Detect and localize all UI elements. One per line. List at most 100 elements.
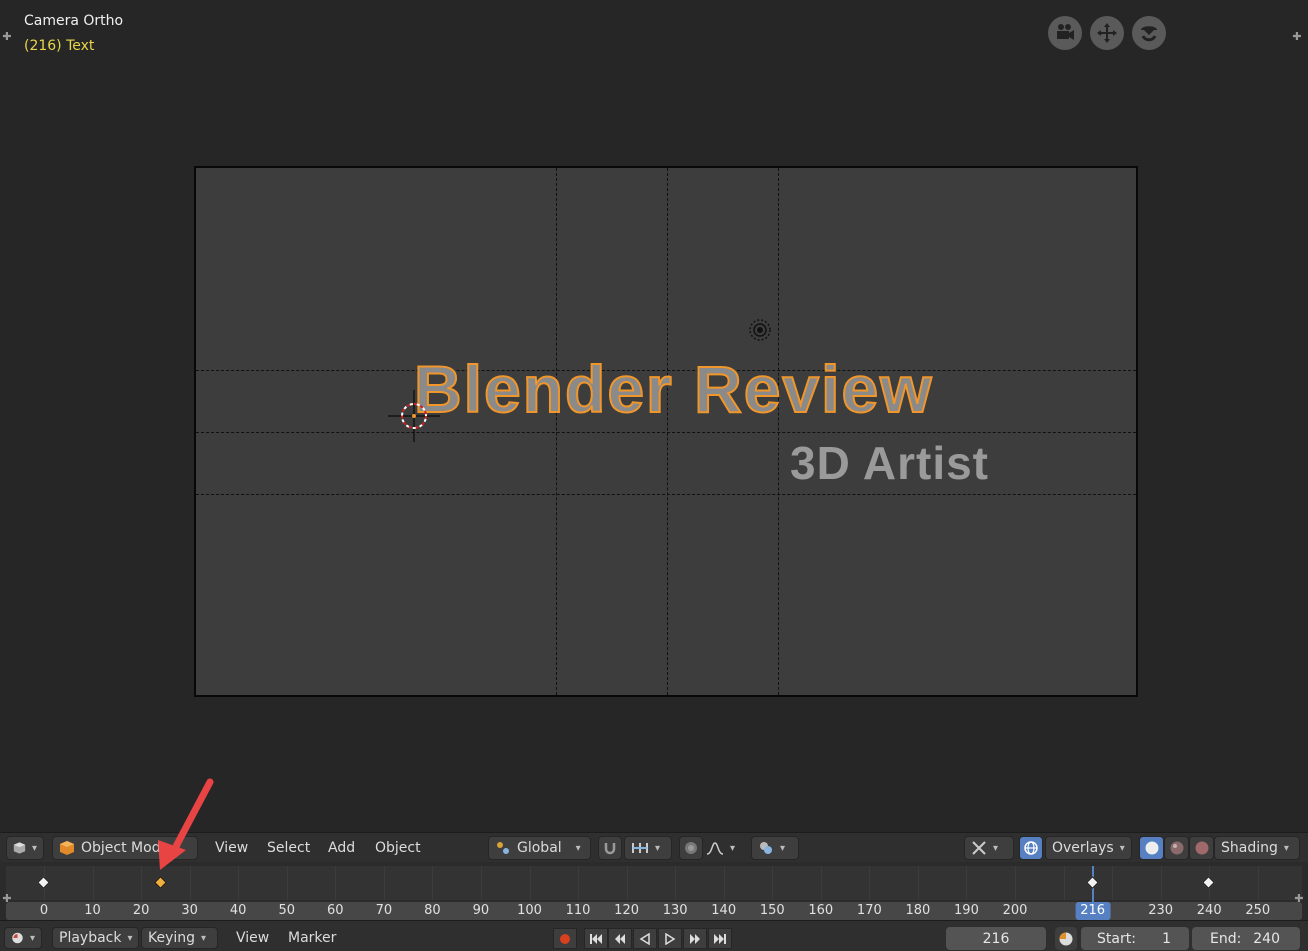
chevron-down-icon: ▾ <box>993 842 999 854</box>
menu-select[interactable]: Select <box>261 836 316 860</box>
keyframe-lane[interactable] <box>6 866 1302 900</box>
falloff-selector[interactable]: ▾ <box>706 836 744 860</box>
chevron-down-icon: ▾ <box>31 842 37 854</box>
frame-tick-label: 130 <box>662 903 688 918</box>
view-title: Camera Ortho <box>24 13 124 29</box>
timeline-menu-view[interactable]: View <box>230 927 275 949</box>
current-frame-field[interactable]: 216 <box>946 927 1046 950</box>
frame-tick-label: 120 <box>614 903 640 918</box>
text-object-sub[interactable]: 3D Artist <box>790 440 989 486</box>
timeline-menu-marker[interactable]: Marker <box>282 927 342 949</box>
menu-add[interactable]: Add <box>322 836 361 860</box>
snap-toggle[interactable] <box>598 836 622 860</box>
prev-keyframe-icon <box>615 933 625 944</box>
jump-to-start-button[interactable] <box>584 928 608 949</box>
region-expand-right-icon[interactable]: ✚ <box>1294 893 1304 904</box>
timeline-editor-type-selector[interactable]: ▾ <box>4 927 42 949</box>
menu-object[interactable]: Object <box>369 836 427 860</box>
frame-tick-label: 0 <box>39 903 49 918</box>
chevron-down-icon: ▾ <box>1283 842 1289 854</box>
camera-frame: Blender Review 3D Artist <box>194 166 1138 697</box>
end-frame-field[interactable]: End: 240 <box>1192 927 1300 950</box>
frame-tick-label: 90 <box>472 903 490 918</box>
orientation-icon <box>497 842 509 854</box>
start-value: 1 <box>1162 930 1171 947</box>
timeline-grid-line <box>335 866 337 900</box>
timeline-grid-line <box>189 866 191 900</box>
3d-viewport[interactable]: Camera Ortho (216) Text ✚ ✚ Blender Revi… <box>0 0 1308 832</box>
keying-menu[interactable]: Keying ▾ <box>141 927 218 949</box>
jump-to-end-button[interactable] <box>708 928 732 949</box>
play-button[interactable] <box>658 928 682 949</box>
chevron-down-icon: ▾ <box>655 842 661 854</box>
overlays-label: Overlays <box>1052 840 1114 856</box>
start-frame-field[interactable]: Start: 1 <box>1081 927 1189 950</box>
frame-tick-label: 150 <box>759 903 785 918</box>
region-expand-right-icon[interactable]: ✚ <box>1292 31 1302 42</box>
orbit-view-icon[interactable] <box>1132 16 1166 50</box>
shading-dropdown[interactable]: Shading ▾ <box>1214 836 1300 860</box>
auto-keying-button[interactable] <box>553 928 577 949</box>
playhead-frame-badge[interactable]: 216 <box>1075 902 1111 920</box>
use-preview-range-toggle[interactable] <box>1055 927 1077 950</box>
text-object-main[interactable]: Blender Review <box>413 355 934 423</box>
object-mode-icon <box>60 841 74 855</box>
overlays-dropdown[interactable]: Overlays ▾ <box>1045 836 1132 860</box>
guide-line <box>196 494 1136 495</box>
overlays-icon <box>1024 841 1038 855</box>
chevron-down-icon: ▾ <box>575 842 581 854</box>
jump-prev-keyframe-button[interactable] <box>608 928 632 949</box>
pivot-point-selector[interactable]: ▾ <box>751 836 799 860</box>
viewport-header: ▾ Object Mode ▾ View Select Add Object G… <box>0 832 1308 862</box>
shading-solid-button[interactable] <box>1139 836 1164 860</box>
material-shading-icon <box>1170 841 1183 855</box>
chevron-down-icon: ▾ <box>175 842 181 854</box>
timeline-grid-line <box>772 866 774 900</box>
preview-range-icon <box>1059 932 1073 945</box>
region-expand-left-icon[interactable]: ✚ <box>2 893 12 904</box>
playback-menu[interactable]: Playback ▾ <box>52 927 139 949</box>
timeline-grid-line <box>238 866 240 900</box>
camera-view-icon[interactable] <box>1048 16 1082 50</box>
timeline-grid-line <box>1112 866 1114 900</box>
active-object-label: (216) Text <box>24 38 95 54</box>
magnet-icon <box>604 843 616 855</box>
overlays-toggle[interactable] <box>1019 836 1043 860</box>
timeline-grid-line <box>480 866 482 900</box>
timeline[interactable]: 216 ✚ ✚ 0 10 20 30 40 50 60 70 80 90 100 110 120 130 1… <box>0 862 1308 920</box>
clock-icon <box>12 932 23 944</box>
editor-type-selector[interactable]: ▾ <box>6 836 44 860</box>
menu-view[interactable]: View <box>209 836 254 860</box>
transform-orientation-selector[interactable]: Global ▾ <box>488 836 591 860</box>
timeline-grid-line <box>675 866 677 900</box>
solid-shading-icon <box>1145 841 1158 855</box>
shading-material-button[interactable] <box>1164 836 1189 860</box>
timeline-grid-line <box>723 866 725 900</box>
timeline-grid-line <box>432 866 434 900</box>
jump-end-icon <box>714 933 726 944</box>
chevron-down-icon: ▾ <box>780 842 786 854</box>
start-label: Start: <box>1097 930 1136 947</box>
region-expand-left-icon[interactable]: ✚ <box>2 31 12 42</box>
frame-tick-label: 190 <box>954 903 979 918</box>
frame-tick-label: 100 <box>517 903 542 918</box>
cube-editor-icon <box>13 842 26 854</box>
snap-target-selector[interactable]: ▾ <box>624 836 672 860</box>
timeline-header: ▾ Playback ▾ Keying ▾ View Marker 216 St… <box>0 920 1308 951</box>
timeline-grid-line <box>383 866 385 900</box>
frame-tick-label: 250 <box>1245 903 1271 918</box>
gizmo-selector[interactable]: ▾ <box>964 836 1014 860</box>
3d-cursor-icon[interactable] <box>388 390 440 442</box>
shading-rendered-button[interactable] <box>1189 836 1214 860</box>
chevron-down-icon: ▾ <box>1119 842 1125 854</box>
jump-next-keyframe-button[interactable] <box>683 928 707 949</box>
proportional-editing-toggle[interactable] <box>679 836 703 860</box>
frame-tick-label: 200 <box>1002 903 1028 918</box>
move-view-icon[interactable] <box>1090 16 1124 50</box>
light-icon[interactable] <box>748 318 772 342</box>
frame-tick-label: 180 <box>905 903 931 918</box>
timeline-grid-line <box>1063 866 1065 900</box>
play-reverse-button[interactable] <box>633 928 657 949</box>
timeline-grid-line <box>1015 866 1016 900</box>
mode-selector[interactable]: Object Mode ▾ <box>52 836 198 860</box>
